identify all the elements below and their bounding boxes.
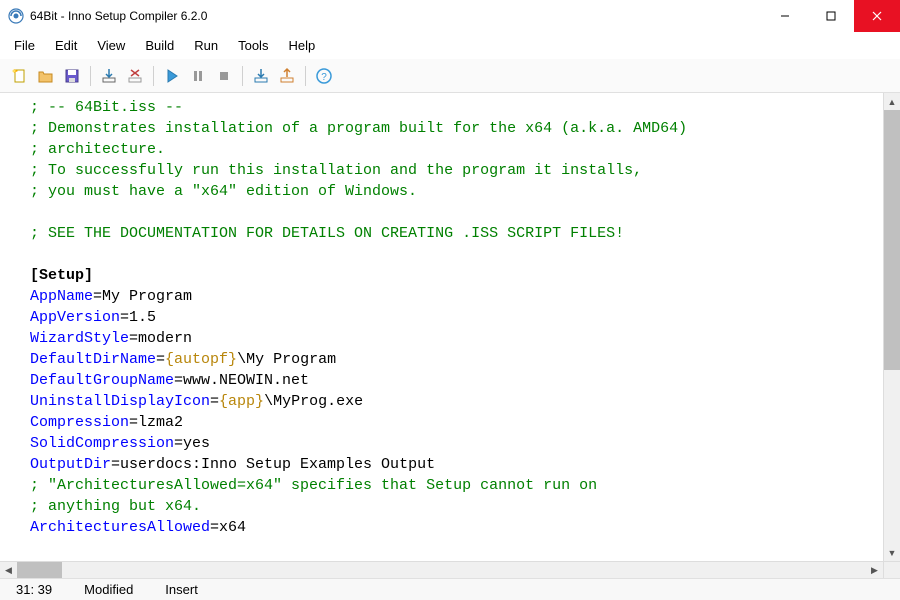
svg-text:?: ? bbox=[321, 72, 327, 83]
step-into-button[interactable] bbox=[249, 64, 273, 88]
scroll-up-arrow[interactable]: ▲ bbox=[884, 93, 900, 110]
code-value: =userdocs:Inno Setup Examples Output bbox=[111, 456, 435, 473]
window-controls bbox=[762, 0, 900, 32]
editor-area: ; -- 64Bit.iss -- ; Demonstrates install… bbox=[0, 93, 900, 561]
pause-button[interactable] bbox=[186, 64, 210, 88]
toolbar-separator bbox=[90, 66, 91, 86]
code-value: =modern bbox=[129, 330, 192, 347]
status-insert-mode: Insert bbox=[149, 582, 214, 597]
maximize-button[interactable] bbox=[808, 0, 854, 32]
code-comment: ; you must have a "x64" edition of Windo… bbox=[30, 183, 417, 200]
code-key: WizardStyle bbox=[30, 330, 129, 347]
code-value: \My Program bbox=[237, 351, 336, 368]
scroll-thumb[interactable] bbox=[884, 110, 900, 370]
code-key: UninstallDisplayIcon bbox=[30, 393, 210, 410]
toolbar-separator bbox=[305, 66, 306, 86]
code-const: {app} bbox=[219, 393, 264, 410]
statusbar: 31: 39 Modified Insert bbox=[0, 578, 900, 600]
window-title: 64Bit - Inno Setup Compiler 6.2.0 bbox=[30, 9, 762, 23]
close-button[interactable] bbox=[854, 0, 900, 32]
horizontal-scrollbar[interactable]: ◀ ▶ bbox=[0, 561, 900, 578]
code-key: AppVersion bbox=[30, 309, 120, 326]
code-value: =x64 bbox=[210, 519, 246, 536]
new-file-button[interactable] bbox=[8, 64, 32, 88]
toolbar-separator bbox=[153, 66, 154, 86]
vertical-scrollbar[interactable]: ▲ ▼ bbox=[883, 93, 900, 561]
code-comment: ; -- 64Bit.iss -- bbox=[30, 99, 183, 116]
scroll-right-arrow[interactable]: ▶ bbox=[866, 562, 883, 578]
code-comment: ; anything but x64. bbox=[30, 498, 201, 515]
code-value: =yes bbox=[174, 435, 210, 452]
scroll-track[interactable] bbox=[884, 110, 900, 544]
menu-tools[interactable]: Tools bbox=[228, 34, 278, 57]
run-button[interactable] bbox=[160, 64, 184, 88]
code-value: =lzma2 bbox=[129, 414, 183, 431]
app-icon bbox=[8, 8, 24, 24]
compile-button[interactable] bbox=[97, 64, 121, 88]
code-eq: = bbox=[210, 393, 219, 410]
minimize-button[interactable] bbox=[762, 0, 808, 32]
code-eq: = bbox=[156, 351, 165, 368]
menu-edit[interactable]: Edit bbox=[45, 34, 87, 57]
scrollbar-corner bbox=[883, 562, 900, 578]
scroll-thumb[interactable] bbox=[17, 562, 62, 578]
code-value: =1.5 bbox=[120, 309, 156, 326]
code-value: =www.NEOWIN.net bbox=[174, 372, 309, 389]
step-out-button[interactable] bbox=[275, 64, 299, 88]
code-comment: ; Demonstrates installation of a program… bbox=[30, 120, 687, 137]
stop-compile-button[interactable] bbox=[123, 64, 147, 88]
titlebar: 64Bit - Inno Setup Compiler 6.2.0 bbox=[0, 0, 900, 32]
save-button[interactable] bbox=[60, 64, 84, 88]
help-button[interactable]: ? bbox=[312, 64, 336, 88]
code-key: DefaultDirName bbox=[30, 351, 156, 368]
menu-file[interactable]: File bbox=[4, 34, 45, 57]
toolbar: ? bbox=[0, 59, 900, 93]
code-value: \MyProg.exe bbox=[264, 393, 363, 410]
menu-build[interactable]: Build bbox=[135, 34, 184, 57]
stop-button[interactable] bbox=[212, 64, 236, 88]
status-modified: Modified bbox=[68, 582, 149, 597]
open-file-button[interactable] bbox=[34, 64, 58, 88]
code-key: ArchitecturesAllowed bbox=[30, 519, 210, 536]
code-editor[interactable]: ; -- 64Bit.iss -- ; Demonstrates install… bbox=[0, 93, 883, 561]
scroll-left-arrow[interactable]: ◀ bbox=[0, 562, 17, 578]
code-value: =My Program bbox=[93, 288, 192, 305]
code-key: OutputDir bbox=[30, 456, 111, 473]
scroll-down-arrow[interactable]: ▼ bbox=[884, 544, 900, 561]
toolbar-separator bbox=[242, 66, 243, 86]
code-section: [Setup] bbox=[30, 267, 93, 284]
menubar: File Edit View Build Run Tools Help bbox=[0, 32, 900, 59]
code-key: AppName bbox=[30, 288, 93, 305]
status-position: 31: 39 bbox=[0, 582, 68, 597]
code-key: DefaultGroupName bbox=[30, 372, 174, 389]
scroll-track[interactable] bbox=[17, 562, 866, 578]
code-key: SolidCompression bbox=[30, 435, 174, 452]
menu-run[interactable]: Run bbox=[184, 34, 228, 57]
menu-view[interactable]: View bbox=[87, 34, 135, 57]
code-const: {autopf} bbox=[165, 351, 237, 368]
code-comment: ; SEE THE DOCUMENTATION FOR DETAILS ON C… bbox=[30, 225, 624, 242]
menu-help[interactable]: Help bbox=[278, 34, 325, 57]
code-comment: ; "ArchitecturesAllowed=x64" specifies t… bbox=[30, 477, 597, 494]
code-comment: ; To successfully run this installation … bbox=[30, 162, 642, 179]
code-comment: ; architecture. bbox=[30, 141, 165, 158]
code-key: Compression bbox=[30, 414, 129, 431]
